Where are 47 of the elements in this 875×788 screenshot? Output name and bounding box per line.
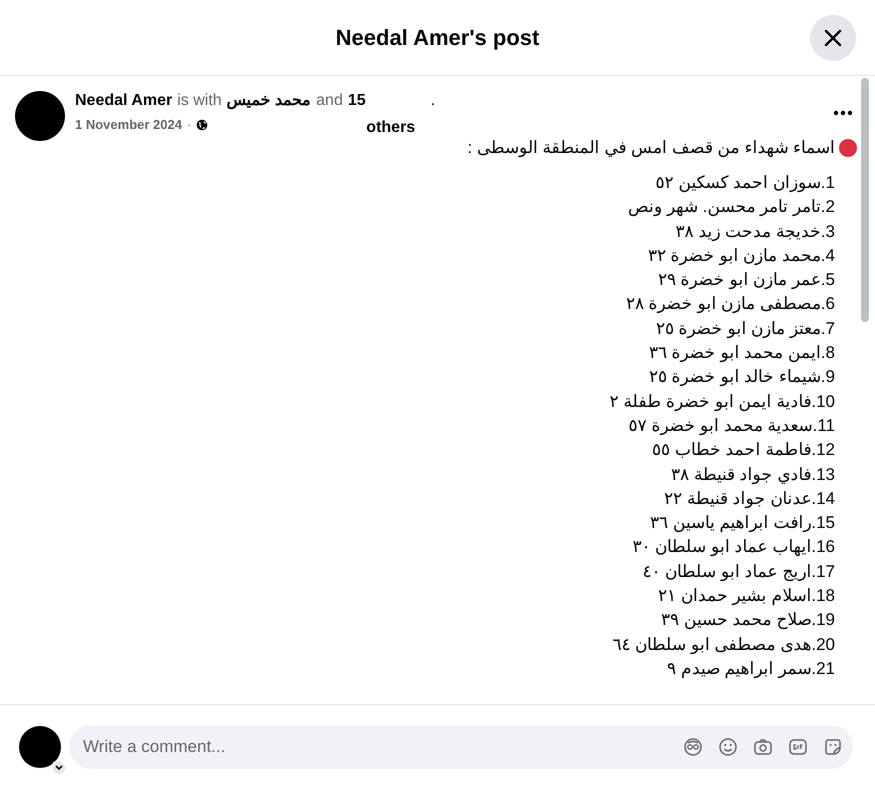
post-headline: اسماء شهداء من قصف امس في المنطقة الوسطى : — [467, 137, 835, 159]
post-text-line: 9.شيماء خالد ابو خضرة ٢٥ — [648, 366, 835, 388]
post-text-line: 14.عدنان جواد قنيطة ٢٢ — [664, 488, 835, 510]
camera-icon[interactable] — [753, 736, 773, 756]
post-text-line: 21.سمر ابراهيم صيدم ٩ — [667, 658, 835, 680]
avatar — [19, 726, 61, 768]
post-text-line: 4.محمد مازن ابو خضرة ٣٢ — [648, 244, 835, 268]
post-text-line: 3.خديجة مدحت زيد ٣٨ — [676, 220, 835, 244]
comment-box[interactable]: Write a comment... — [69, 724, 853, 768]
dialog-title: Needal Amer's post — [336, 24, 540, 52]
sticker-icon[interactable] — [823, 736, 843, 756]
post-text-line: 18.اسلام بشير حمدان ٢١ — [658, 585, 835, 608]
post-text-line: 2.تامر تامر محسن. شهر ونص — [628, 196, 835, 218]
author-name[interactable]: Needal Amer — [75, 91, 172, 111]
post-text-line: 20.هدى مصطفى ابو سلطان ٦٤ — [612, 634, 835, 656]
scrollbar-thumb[interactable] — [861, 78, 869, 322]
tagged-name[interactable]: محمد خميس — [226, 91, 312, 111]
others-link[interactable]: others — [366, 119, 416, 137]
post-text-line: 7.معتز مازن ابو خضرة ٢٥ — [656, 318, 835, 340]
post-date[interactable]: 1 November 2024 — [75, 116, 182, 134]
others-count[interactable]: 15 — [348, 91, 366, 111]
post-text-line: 10.فادية ايمن ابو خضرة طفلة ٢ — [610, 390, 835, 414]
post-text-line: 13.فادي جواد قنيطة ٣٨ — [671, 464, 835, 486]
and-text: and — [316, 91, 343, 111]
more-icon — [833, 110, 853, 116]
post-text-line: 5.عمر مازن ابو خضرة ٢٩ — [658, 269, 835, 292]
post-text-line: 1.سوزان احمد كسكين ٥٢ — [656, 172, 835, 194]
close-icon — [823, 28, 843, 48]
post-text-line: 6.مصطفى مازن ابو خضرة ٢٨ — [626, 293, 835, 316]
separator: · — [186, 116, 192, 134]
post-text-line: 8.ايمن محمد ابو خضرة ٣٦ — [648, 342, 835, 364]
post-text-line: 16.ايهاب عماد ابو سلطان ٣٠ — [632, 536, 835, 558]
post-text-line: 11.سعدية محمد ابو خضرة ٥٧ — [628, 414, 835, 438]
post-text-line: 12.فاطمة احمد خطاب ٥٥ — [652, 439, 835, 462]
post-text-line: 17.اريج عماد ابو سلطان ٤٠ — [642, 560, 835, 584]
gif-icon[interactable] — [788, 736, 808, 756]
post-text-line: 15.رافت ابراهيم ياسين ٣٦ — [650, 512, 835, 534]
with-text: is with — [177, 91, 222, 111]
emoji-icon[interactable] — [718, 736, 738, 756]
avatar-sticker-icon[interactable] — [683, 736, 703, 756]
comment-field[interactable]: Write a comment... — [83, 734, 683, 760]
globe-icon — [196, 119, 208, 131]
avatar — [15, 91, 65, 141]
post-text-line: 19.صلاح محمد حسين ٣٩ — [661, 609, 835, 632]
close-button[interactable] — [810, 15, 856, 61]
dot-text: . — [430, 91, 436, 111]
chevron-down-icon[interactable] — [51, 760, 67, 776]
